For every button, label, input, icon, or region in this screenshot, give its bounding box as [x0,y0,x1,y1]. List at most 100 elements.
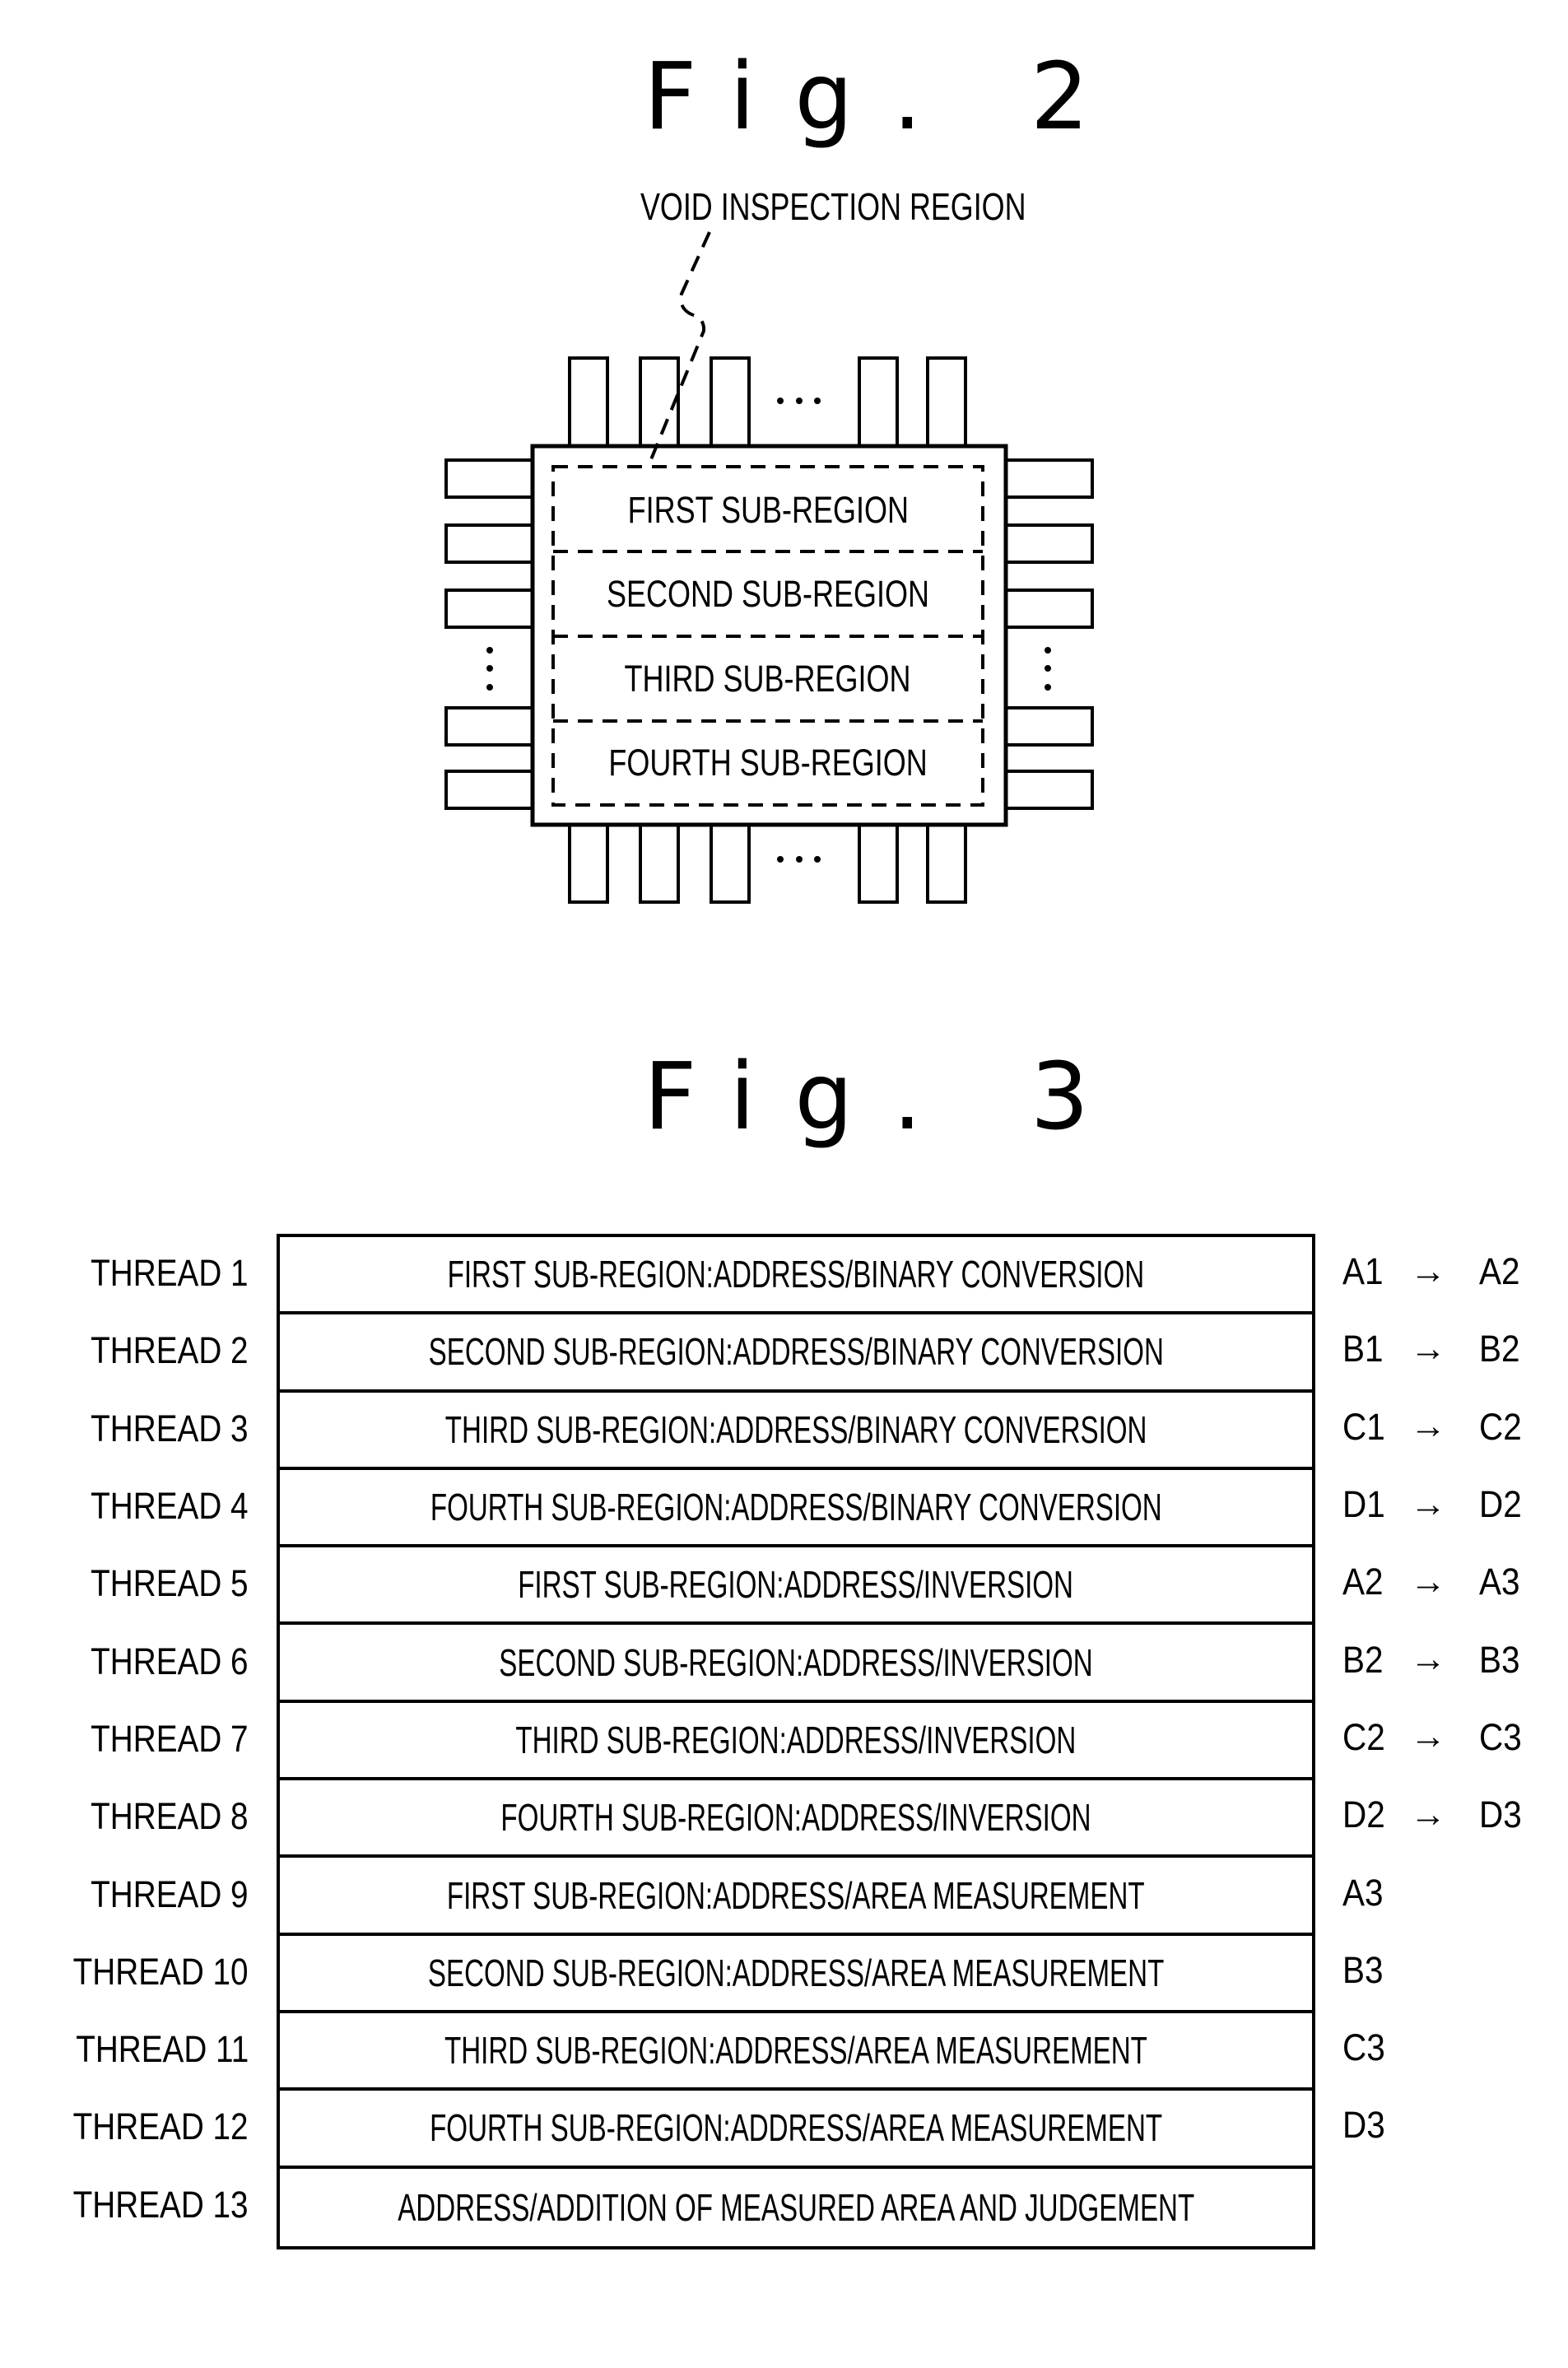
data-flow: A2 → A3 [1342,1563,1524,1600]
data-flow: D1 → D2 [1342,1486,1527,1523]
thread-label-text: THREAD 2 [91,1329,249,1372]
task-cell: THIRD SUB-REGION:ADDRESS/AREA MEASUREMEN… [308,2031,1284,2069]
bottom-pin [639,823,680,904]
right-pin-ellipsis-icon [1045,647,1051,691]
flow-target: D2 [1479,1483,1522,1526]
left-pin [444,523,534,564]
data-flow: B1 → B2 [1342,1330,1524,1367]
flow-source: B3 [1342,1948,1384,1991]
table-row: SECOND SUB-REGION:ADDRESS/BINARY CONVERS… [280,1314,1312,1393]
task-text: THIRD SUB-REGION:ADDRESS/AREA MEASUREMEN… [444,2029,1147,2073]
flow-source: A2 [1342,1561,1384,1603]
data-flow: B3 [1342,1952,1410,1989]
task-cell: FIRST SUB-REGION:ADDRESS/INVERSION [410,1565,1181,1603]
right-pin [1004,770,1094,810]
flow-source: B1 [1342,1328,1384,1370]
right-arrow-icon: → [1410,1639,1446,1680]
right-arrow-icon: → [1410,1561,1446,1602]
chip-package-diagram [444,231,1094,904]
flow-source: A1 [1342,1250,1384,1293]
thread-label-text: THREAD 10 [73,1950,249,1993]
flow-source: C1 [1342,1405,1385,1448]
task-cell: FOURTH SUB-REGION:ADDRESS/BINARY CONVERS… [288,1488,1305,1526]
right-arrow-icon: → [1410,1250,1446,1291]
right-pin [1004,706,1094,747]
table-row: FOURTH SUB-REGION:ADDRESS/BINARY CONVERS… [280,1470,1312,1548]
top-pin [926,356,967,448]
task-cell: FOURTH SUB-REGION:ADDRESS/INVERSION [386,1798,1206,1836]
thread-label: THREAD 2 [65,1332,249,1369]
thread-label: THREAD 7 [65,1720,249,1757]
table-row: FIRST SUB-REGION:ADDRESS/BINARY CONVERSI… [280,1237,1312,1315]
left-pin [444,458,534,499]
flow-source: A3 [1342,1871,1384,1914]
right-arrow-icon: → [1410,1328,1446,1369]
thread-label-text: THREAD 13 [73,2183,249,2226]
task-cell: THIRD SUB-REGION:ADDRESS/INVERSION [407,1721,1185,1759]
task-text: THIRD SUB-REGION:ADDRESS/INVERSION [515,1718,1077,1761]
table-row: SECOND SUB-REGION:ADDRESS/INVERSION [280,1625,1312,1703]
data-flow: A1 → A2 [1342,1253,1524,1290]
task-text: FOURTH SUB-REGION:ADDRESS/INVERSION [500,1796,1091,1840]
top-pin [639,356,680,448]
top-pin [568,356,609,448]
flow-target: B2 [1479,1328,1520,1370]
task-text: FIRST SUB-REGION:ADDRESS/BINARY CONVERSI… [447,1253,1145,1296]
thread-label: THREAD 1 [65,1254,249,1291]
task-text: FIRST SUB-REGION:ADDRESS/INVERSION [518,1563,1074,1607]
flow-source: D2 [1342,1793,1385,1836]
task-text: ADDRESS/ADDITION OF MEASURED AREA AND JU… [398,2185,1194,2229]
table-row: FOURTH SUB-REGION:ADDRESS/AREA MEASUREME… [280,2091,1312,2169]
data-flow: B2 → B3 [1342,1641,1524,1678]
data-flow: D2 → D3 [1342,1796,1527,1833]
task-cell: SECOND SUB-REGION:ADDRESS/AREA MEASUREME… [285,1954,1307,1992]
flow-target: A3 [1479,1561,1520,1603]
thread-task-table: FIRST SUB-REGION:ADDRESS/BINARY CONVERSI… [277,1234,1315,2249]
thread-label: THREAD 4 [65,1487,249,1524]
bottom-pin-ellipsis-icon [777,856,821,863]
sub-region-text: THIRD SUB-REGION [624,658,911,700]
data-flow: C2 → C3 [1342,1719,1527,1756]
thread-label: THREAD 12 [44,2108,249,2145]
right-arrow-icon: → [1410,1483,1446,1524]
data-flow: D3 [1342,2106,1410,2143]
left-pin [444,770,534,810]
thread-label-text: THREAD 7 [91,1717,249,1760]
second-sub-region-label: SECOND SUB-REGION [553,575,983,612]
bottom-pin [710,823,751,904]
task-cell: FIRST SUB-REGION:ADDRESS/BINARY CONVERSI… [312,1255,1280,1293]
sub-region-text: FIRST SUB-REGION [627,489,909,531]
table-row: THIRD SUB-REGION:ADDRESS/AREA MEASUREMEN… [280,2013,1312,2091]
thread-label: THREAD 5 [65,1565,249,1602]
thread-label-text: THREAD 3 [91,1407,249,1449]
thread-label-text: THREAD 9 [91,1873,249,1915]
task-cell: THIRD SUB-REGION:ADDRESS/BINARY CONVERSI… [309,1411,1283,1449]
left-pin [444,589,534,629]
flow-source: C2 [1342,1715,1385,1758]
data-flow: C1 → C2 [1342,1408,1527,1445]
task-text: SECOND SUB-REGION:ADDRESS/BINARY CONVERS… [428,1330,1164,1374]
first-sub-region-label: FIRST SUB-REGION [553,491,983,528]
right-arrow-icon: → [1410,1793,1446,1835]
flow-source: D1 [1342,1483,1385,1526]
data-flow: C3 [1342,2029,1410,2066]
right-arrow-icon: → [1410,1716,1446,1757]
fourth-sub-region-label: FOURTH SUB-REGION [553,744,983,781]
flow-target: C3 [1479,1715,1522,1758]
task-cell: FOURTH SUB-REGION:ADDRESS/AREA MEASUREME… [287,2109,1305,2147]
task-cell: SECOND SUB-REGION:ADDRESS/BINARY CONVERS… [286,1333,1307,1370]
right-pin [1004,523,1094,564]
right-pin [1004,458,1094,499]
task-text: SECOND SUB-REGION:ADDRESS/INVERSION [499,1640,1093,1684]
bottom-pin [858,823,899,904]
thread-label-text: THREAD 8 [91,1795,249,1838]
thread-label-text: THREAD 4 [91,1485,249,1528]
sub-region-text: SECOND SUB-REGION [606,573,930,615]
left-pins [444,458,534,810]
thread-label: THREAD 13 [44,2186,249,2223]
thread-label: THREAD 10 [44,1953,249,1990]
right-pin [1004,589,1094,629]
task-cell: ADDRESS/ADDITION OF MEASURED AREA AND JU… [243,2189,1349,2226]
sub-region-text: FOURTH SUB-REGION [608,742,928,784]
table-row: THIRD SUB-REGION:ADDRESS/INVERSION [280,1703,1312,1781]
